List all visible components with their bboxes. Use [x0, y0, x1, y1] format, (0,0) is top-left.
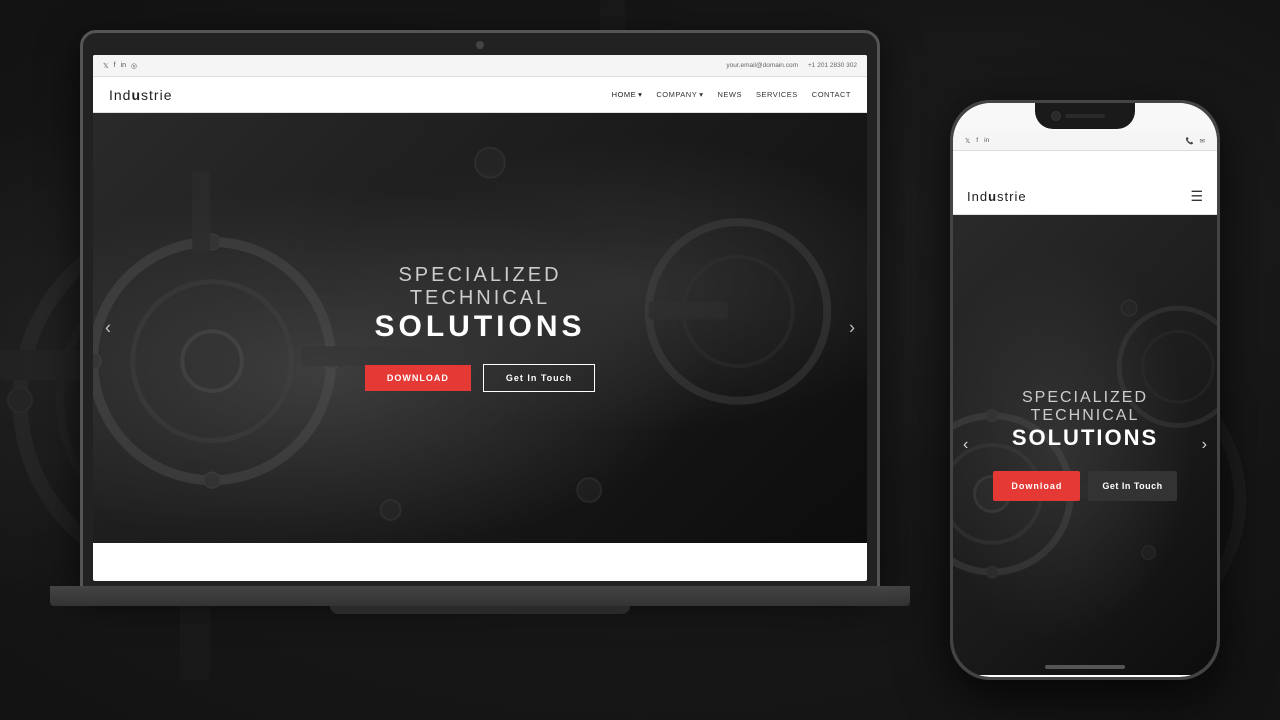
nav-news[interactable]: NEWS: [718, 90, 743, 99]
phone-hero-buttons: Download Get In Touch: [993, 471, 1176, 501]
phone-notch: [1035, 103, 1135, 129]
phone-navbar: Industrie ☰: [953, 179, 1217, 215]
laptop-mockup: 𝕏 f in ◎ your.email@domain.com +1 201 28…: [80, 30, 900, 670]
contact-info-bar: your.email@domain.com +1 201 2830 302: [726, 62, 857, 69]
hero-next-button[interactable]: ›: [849, 318, 855, 339]
instagram-icon: ◎: [131, 62, 137, 70]
phone-hero-main-title: SOLUTIONS: [993, 425, 1176, 451]
main-nav: HOME ▾ COMPANY ▾ NEWS SERVICES CONTACT: [612, 90, 851, 99]
phone-download-button[interactable]: Download: [993, 471, 1080, 501]
laptop-base: [50, 586, 910, 606]
site-topbar: 𝕏 f in ◎ your.email@domain.com +1 201 28…: [93, 55, 867, 77]
chevron-down-icon-2: ▾: [699, 90, 703, 99]
phone-hero-content: SPECIALIZED TECHNICAL SOLUTIONS Download…: [977, 389, 1192, 501]
phone-social-bar: 𝕏 f in 📞 ✉: [953, 131, 1217, 151]
nav-contact-label: CONTACT: [812, 90, 851, 99]
phone-next-button[interactable]: ›: [1202, 436, 1207, 454]
hero-line2: TECHNICAL: [365, 287, 595, 310]
phone-mockup: 𝕏 f in 📞 ✉ Industrie ☰: [950, 100, 1220, 680]
phone-call-icon: 📞: [1185, 137, 1193, 145]
phone-hero-section: ‹ SPECIALIZED TECHNICAL SOLUTIONS Downlo…: [953, 215, 1217, 675]
laptop-screen: 𝕏 f in ◎ your.email@domain.com +1 201 28…: [93, 55, 867, 581]
phone-twitter-icon: 𝕏: [965, 137, 970, 145]
nav-home-label: HOME: [612, 90, 637, 99]
phone-mail-icon: ✉: [1200, 137, 1205, 145]
phone-hero-line1: SPECIALIZED: [993, 389, 1176, 407]
nav-company[interactable]: COMPANY ▾: [656, 90, 703, 99]
nav-services[interactable]: SERVICES: [756, 90, 798, 99]
phone-speaker: [1065, 114, 1105, 118]
phone-hero-line2: TECHNICAL: [993, 407, 1176, 425]
phone-screen: 𝕏 f in 📞 ✉ Industrie ☰: [953, 103, 1217, 677]
hero-section: ‹ SPECIALIZED TECHNICAL SOLUTIONS Downlo…: [93, 113, 867, 543]
hero-content: SPECIALIZED TECHNICAL SOLUTIONS Download…: [365, 264, 595, 392]
hero-line1: SPECIALIZED: [365, 264, 595, 287]
nav-services-label: SERVICES: [756, 90, 798, 99]
twitter-icon: 𝕏: [103, 62, 109, 70]
phone-facebook-icon: f: [976, 137, 978, 144]
hero-buttons: Download Get In Touch: [365, 364, 595, 392]
phone-camera: [1051, 111, 1061, 121]
chevron-down-icon: ▾: [638, 90, 642, 99]
email-info: your.email@domain.com: [726, 62, 798, 69]
hero-download-button[interactable]: Download: [365, 365, 471, 391]
laptop-bezel: 𝕏 f in ◎ your.email@domain.com +1 201 28…: [80, 30, 880, 590]
hero-contact-button[interactable]: Get In Touch: [483, 364, 595, 392]
nav-company-label: COMPANY: [656, 90, 697, 99]
phone-bezel: 𝕏 f in 📞 ✉ Industrie ☰: [950, 100, 1220, 680]
phone-prev-button[interactable]: ‹: [963, 436, 968, 454]
phone-logo: Industrie: [967, 189, 1027, 204]
site-navbar: Industrie HOME ▾ COMPANY ▾ NEWS S: [93, 77, 867, 113]
phone-linkedin-icon: in: [984, 137, 989, 144]
phone-info: +1 201 2830 302: [808, 62, 857, 69]
hamburger-menu-button[interactable]: ☰: [1190, 188, 1203, 205]
facebook-icon: f: [114, 62, 116, 70]
site-logo: Industrie: [109, 87, 172, 103]
social-icons-bar: 𝕏 f in ◎: [103, 62, 137, 70]
hero-main-title: SOLUTIONS: [365, 310, 595, 344]
nav-news-label: NEWS: [718, 90, 743, 99]
phone-contact-button[interactable]: Get In Touch: [1088, 471, 1176, 501]
linkedin-icon: in: [121, 62, 126, 70]
phone-home-bar: [1045, 665, 1125, 669]
nav-contact[interactable]: CONTACT: [812, 90, 851, 99]
hero-prev-button[interactable]: ‹: [105, 318, 111, 339]
nav-home[interactable]: HOME ▾: [612, 90, 643, 99]
